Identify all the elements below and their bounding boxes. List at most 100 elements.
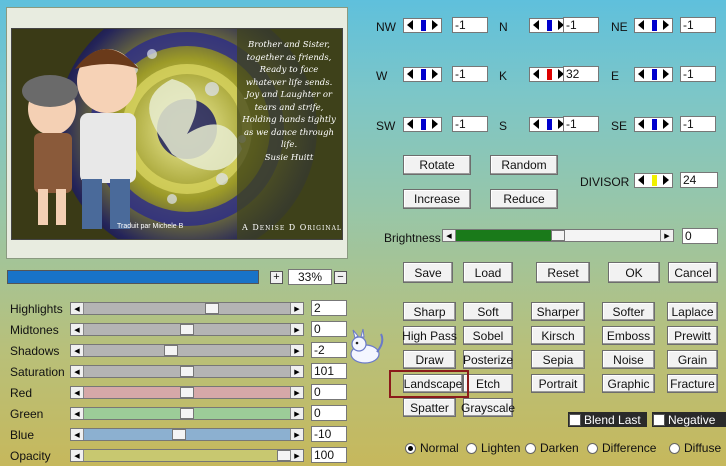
preset-soft-button[interactable]: Soft <box>463 302 513 321</box>
preset-draw-button[interactable]: Draw <box>403 350 456 369</box>
brightness-value[interactable]: 0 <box>682 228 718 244</box>
blend-last-checkbox[interactable]: Blend Last <box>568 412 647 427</box>
arrow-right-icon[interactable]: ▶ <box>290 387 303 398</box>
highlights-thumb[interactable] <box>204 303 219 314</box>
shadows-value[interactable]: -2 <box>311 342 347 358</box>
kernel-e-value[interactable]: -1 <box>680 66 716 82</box>
shadows-slider[interactable]: ◀ ▶ <box>70 344 304 357</box>
arrow-left-icon[interactable]: ◀ <box>71 387 84 398</box>
shadows-thumb[interactable] <box>163 345 178 356</box>
preset-sepia-button[interactable]: Sepia <box>531 350 585 369</box>
blue-value[interactable]: -10 <box>311 426 347 442</box>
kernel-n-value[interactable]: -1 <box>563 17 599 33</box>
kernel-e-spinner[interactable] <box>634 67 673 82</box>
mode-diffuse-radio[interactable]: Diffuse <box>669 441 721 455</box>
arrow-right-icon[interactable]: ▶ <box>290 324 303 335</box>
green-value[interactable]: 0 <box>311 405 347 421</box>
kernel-s-value[interactable]: -1 <box>563 116 599 132</box>
green-thumb[interactable] <box>180 408 194 419</box>
cancel-button[interactable]: Cancel <box>668 262 718 283</box>
negative-checkbox[interactable]: Negative <box>652 412 726 427</box>
mode-difference-radio[interactable]: Difference <box>587 441 656 455</box>
kernel-w-value[interactable]: -1 <box>452 66 488 82</box>
red-thumb[interactable] <box>180 387 194 398</box>
increase-button[interactable]: Increase <box>403 189 471 209</box>
mode-lighten-radio[interactable]: Lighten <box>466 441 520 455</box>
blue-slider[interactable]: ◀ ▶ <box>70 428 304 441</box>
preset-high-pass-button[interactable]: High Pass <box>402 326 457 345</box>
kernel-w-spinner[interactable] <box>403 67 442 82</box>
arrow-right-icon[interactable]: ▶ <box>290 303 303 314</box>
kernel-ne-spinner[interactable] <box>634 18 673 33</box>
opacity-value[interactable]: 100 <box>311 447 347 463</box>
midtones-slider[interactable]: ◀ ▶ <box>70 323 304 336</box>
highlights-value[interactable]: 2 <box>311 300 347 316</box>
arrow-left-icon[interactable]: ◀ <box>71 450 84 461</box>
preset-etch-button[interactable]: Etch <box>463 374 513 393</box>
preset-laplace-button[interactable]: Laplace <box>667 302 718 321</box>
zoom-in-button[interactable]: + <box>270 271 283 284</box>
arrow-left-icon[interactable]: ◀ <box>71 408 84 419</box>
red-slider[interactable]: ◀ ▶ <box>70 386 304 399</box>
midtones-thumb[interactable] <box>180 324 194 335</box>
preset-sharper-button[interactable]: Sharper <box>531 302 585 321</box>
arrow-left-icon[interactable]: ◀ <box>71 366 84 377</box>
arrow-left-icon[interactable]: ◀ <box>71 324 84 335</box>
arrow-left-icon[interactable]: ◀ <box>71 303 84 314</box>
arrow-right-icon[interactable]: ▶ <box>290 345 303 356</box>
brightness-thumb[interactable] <box>551 230 565 241</box>
red-value[interactable]: 0 <box>311 384 347 400</box>
preset-graphic-button[interactable]: Graphic <box>602 374 655 393</box>
preset-kirsch-button[interactable]: Kirsch <box>531 326 585 345</box>
preset-fracture-button[interactable]: Fracture <box>667 374 718 393</box>
highlights-slider[interactable]: ◀ ▶ <box>70 302 304 315</box>
saturation-slider[interactable]: ◀ ▶ <box>70 365 304 378</box>
kernel-nw-spinner[interactable] <box>403 18 442 33</box>
preset-prewitt-button[interactable]: Prewitt <box>667 326 718 345</box>
preset-emboss-button[interactable]: Emboss <box>602 326 655 345</box>
arrow-left-icon[interactable]: ◀ <box>71 429 84 440</box>
zoom-out-button[interactable]: − <box>334 271 347 284</box>
preset-portrait-button[interactable]: Portrait <box>531 374 585 393</box>
preset-softer-button[interactable]: Softer <box>602 302 655 321</box>
divisor-value[interactable]: 24 <box>680 172 718 188</box>
preset-grayscale-button[interactable]: Grayscale <box>461 398 515 417</box>
reset-button[interactable]: Reset <box>536 262 590 283</box>
arrow-left-icon[interactable]: ◀ <box>71 345 84 356</box>
kernel-sw-spinner[interactable] <box>403 117 442 132</box>
arrow-right-icon[interactable]: ▶ <box>290 366 303 377</box>
preset-posterize-button[interactable]: Posterize <box>463 350 513 369</box>
opacity-thumb[interactable] <box>276 450 291 461</box>
green-slider[interactable]: ◀ ▶ <box>70 407 304 420</box>
divisor-spinner[interactable] <box>634 173 673 188</box>
load-button[interactable]: Load <box>463 262 513 283</box>
blue-thumb[interactable] <box>171 429 186 440</box>
kernel-se-value[interactable]: -1 <box>680 116 716 132</box>
preset-spatter-button[interactable]: Spatter <box>403 398 456 417</box>
kernel-k-value[interactable]: 32 <box>563 66 599 82</box>
kernel-ne-value[interactable]: -1 <box>680 17 716 33</box>
random-button[interactable]: Random <box>490 155 558 175</box>
saturation-value[interactable]: 101 <box>311 363 347 379</box>
arrow-right-icon[interactable]: ▶ <box>290 408 303 419</box>
reduce-button[interactable]: Reduce <box>490 189 558 209</box>
midtones-value[interactable]: 0 <box>311 321 347 337</box>
opacity-slider[interactable]: ◀ ▶ <box>70 449 304 462</box>
kernel-se-spinner[interactable] <box>634 117 673 132</box>
preset-noise-button[interactable]: Noise <box>602 350 655 369</box>
arrow-left-icon[interactable]: ◀ <box>443 230 456 241</box>
preset-sobel-button[interactable]: Sobel <box>463 326 513 345</box>
arrow-right-icon[interactable]: ▶ <box>290 450 303 461</box>
arrow-right-icon[interactable]: ▶ <box>290 429 303 440</box>
mode-darken-radio[interactable]: Darken <box>525 441 579 455</box>
saturation-thumb[interactable] <box>180 366 194 377</box>
rotate-button[interactable]: Rotate <box>403 155 471 175</box>
kernel-sw-value[interactable]: -1 <box>452 116 488 132</box>
arrow-right-icon[interactable]: ▶ <box>660 230 673 241</box>
mode-normal-radio[interactable]: Normal <box>405 441 459 455</box>
preset-grain-button[interactable]: Grain <box>667 350 718 369</box>
kernel-nw-value[interactable]: -1 <box>452 17 488 33</box>
preset-sharp-button[interactable]: Sharp <box>403 302 456 321</box>
brightness-slider[interactable]: ◀ ▶ <box>442 229 674 242</box>
save-button[interactable]: Save <box>403 262 453 283</box>
